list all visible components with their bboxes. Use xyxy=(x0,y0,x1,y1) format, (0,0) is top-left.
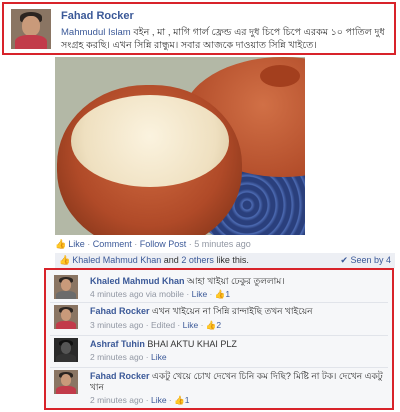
comment-author[interactable]: Khaled Mahmud Khan xyxy=(90,276,185,286)
like-icon: 👍 xyxy=(205,320,217,330)
comment-meta: 4 minutes ago via mobile · Like · 👍1 xyxy=(90,289,231,299)
comment-button[interactable]: Comment xyxy=(93,239,132,249)
post-text: Mahmudul Islam বইন , মা , মাগি গার্ল ফ্র… xyxy=(61,26,391,52)
comment-text: এখন খাইয়েন না সিন্নি রান্দাইছি তখন খাইয… xyxy=(152,306,313,316)
comment-like-count[interactable]: 👍2 xyxy=(206,320,221,330)
comment-text: BHAI AKTU KHAI PLZ xyxy=(147,339,237,349)
comments-section: Khaled Mahmud Khan আহা খাইয়া ঢেকুর তুলল… xyxy=(44,268,394,410)
comment-text: আহা খাইয়া ঢেকুর তুললাম। xyxy=(187,276,285,286)
post-mention[interactable]: Mahmudul Islam xyxy=(61,27,131,38)
commenter-avatar[interactable] xyxy=(54,275,78,299)
commenter-avatar[interactable] xyxy=(54,305,78,329)
comment-item: Khaled Mahmud Khan আহা খাইয়া ঢেকুর তুলল… xyxy=(50,273,388,303)
post-actions: 👍 Like · Comment · Follow Post · 5 minute… xyxy=(55,239,251,249)
comment-meta: 2 minutes ago · Like · 👍1 xyxy=(90,395,190,405)
comment-item: Ashraf Tuhin BHAI AKTU KHAI PLZ 2 minute… xyxy=(50,336,388,368)
like-icon: 👍 xyxy=(55,239,67,249)
comment-time[interactable]: 4 minutes ago via mobile xyxy=(90,289,184,299)
like-icon: 👍 xyxy=(174,395,185,405)
comment-like-button[interactable]: Like xyxy=(151,352,167,362)
comment-author[interactable]: Ashraf Tuhin xyxy=(90,339,145,349)
likes-and: and xyxy=(163,255,179,265)
like-button[interactable]: Like xyxy=(68,239,85,249)
author-avatar[interactable] xyxy=(11,9,51,49)
like-icon: 👍 xyxy=(59,255,71,265)
comment-item: Fahad Rocker একটু খেয়ে চোখ দেখেন চিনি ক… xyxy=(50,368,388,408)
comment-like-button[interactable]: Like xyxy=(192,289,208,299)
like-icon: 👍 xyxy=(214,289,226,299)
comment-time[interactable]: 3 minutes ago · Edited xyxy=(90,320,175,330)
seen-by[interactable]: ✔ Seen by 4 xyxy=(340,255,391,266)
likes-bar: 👍 Khaled Mahmud Khan and 2 others like th… xyxy=(55,253,395,268)
commenter-avatar[interactable] xyxy=(54,338,78,362)
comment-author[interactable]: Fahad Rocker xyxy=(90,306,150,316)
follow-post-button[interactable]: Follow Post xyxy=(140,239,187,249)
post-photo[interactable] xyxy=(55,57,305,235)
comment-like-count[interactable]: 👍1 xyxy=(215,289,230,299)
check-icon: ✔ xyxy=(340,255,348,265)
likes-suffix: like this. xyxy=(216,255,249,265)
comment-like-count[interactable]: 👍1 xyxy=(174,395,189,405)
comment-time[interactable]: 2 minutes ago xyxy=(90,352,143,362)
comment-like-button[interactable]: Like xyxy=(151,395,167,405)
post-timestamp[interactable]: 5 minutes ago xyxy=(194,239,251,249)
comment-like-button[interactable]: Like xyxy=(183,320,199,330)
commenter-avatar[interactable] xyxy=(54,370,78,394)
comment-meta: 3 minutes ago · Edited · Like · 👍2 xyxy=(90,320,222,330)
comment-item: Fahad Rocker এখন খাইয়েন না সিন্নি রান্দ… xyxy=(50,303,388,336)
comment-author[interactable]: Fahad Rocker xyxy=(90,371,150,381)
post-author-name[interactable]: Fahad Rocker xyxy=(61,10,134,22)
likes-others-link[interactable]: 2 others xyxy=(181,255,214,265)
comment-time[interactable]: 2 minutes ago xyxy=(90,395,143,405)
comment-meta: 2 minutes ago · Like xyxy=(90,352,167,362)
liker-name[interactable]: Khaled Mahmud Khan xyxy=(72,255,161,265)
post-header: Fahad Rocker Mahmudul Islam বইন , মা , ম… xyxy=(2,2,396,55)
